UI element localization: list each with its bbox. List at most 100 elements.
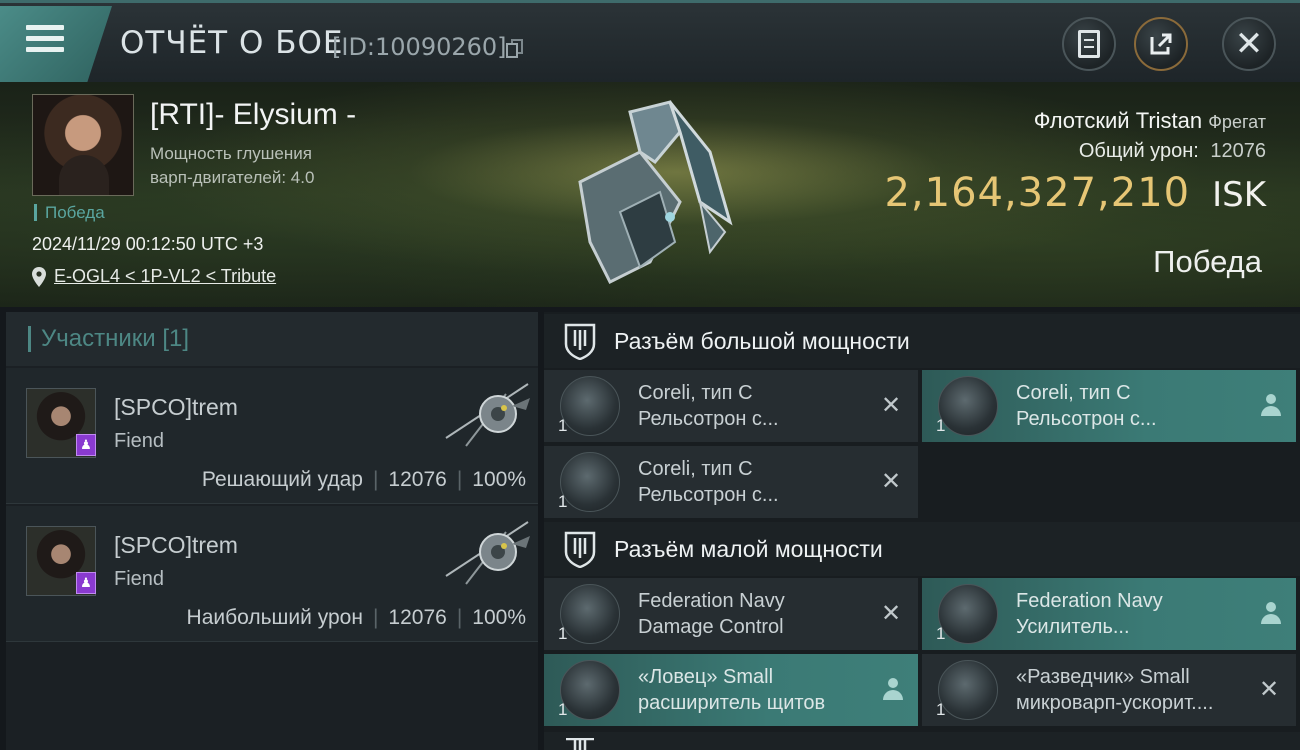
isk-value: 2,164,327,210 — [884, 170, 1191, 216]
dropped-person-icon — [1260, 394, 1282, 418]
participants-header[interactable]: Участники [1] — [6, 312, 538, 366]
participant-card[interactable]: ♟ [SPCO]trem Fiend Решающий удар | 12076… — [6, 368, 538, 504]
participant-damage: 12076 — [388, 468, 447, 491]
participant-name[interactable]: [SPCO]trem — [114, 532, 238, 559]
participant-stats: Решающий удар | 12076 | 100% — [202, 468, 526, 492]
battle-result: Победа — [1153, 244, 1262, 279]
stat-separator: | — [372, 468, 379, 491]
copy-icon[interactable] — [506, 39, 524, 59]
dropped-person-icon — [1260, 602, 1282, 626]
railgun-icon — [938, 376, 998, 436]
module-type: Рельсотрон с... — [638, 408, 779, 430]
participant-name[interactable]: [SPCO]trem — [114, 394, 238, 421]
person-badge-icon: ♟ — [76, 572, 96, 594]
warp-scram-strength: Мощность глушения варп-двигателей: 4.0 — [150, 142, 314, 190]
damage-control-icon — [560, 584, 620, 644]
destroyed-x-icon: ✕ — [880, 467, 902, 495]
participant-percent: 100% — [472, 468, 526, 491]
total-damage: Общий урон: 12076 — [1079, 140, 1266, 163]
destroyed-x-icon: ✕ — [880, 599, 902, 627]
hamburger-menu-icon[interactable] — [26, 25, 64, 55]
low-slot-header: Разъём малой мощности — [544, 522, 1300, 576]
killmail-window: ОТЧЁТ О БОЕ [ID:10090260] ✕ [RTI]- Elysi… — [0, 0, 1300, 750]
participants-title: Участники [1] — [28, 326, 189, 352]
victim-banner: [RTI]- Elysium - Мощность глушения варп-… — [0, 82, 1300, 307]
module-type: Рельсотрон с... — [1016, 408, 1157, 430]
module-qty: 1 — [936, 416, 946, 435]
slot-icon — [566, 738, 594, 750]
shield-extender-icon — [560, 660, 620, 720]
page-title: ОТЧЁТ О БОЕ — [120, 25, 344, 61]
participant-damage: 12076 — [388, 606, 447, 629]
total-damage-label: Общий урон: — [1078, 140, 1199, 162]
total-damage-value: 12076 — [1210, 140, 1266, 162]
module-qty: 1 — [558, 416, 568, 435]
top-bar: ОТЧЁТ О БОЕ [ID:10090260] ✕ — [0, 0, 1300, 82]
participant-ship: Fiend — [114, 430, 165, 452]
details-button[interactable] — [1062, 17, 1116, 71]
victim-portrait[interactable] — [32, 94, 134, 196]
warp-label-line1: Мощность глушения — [150, 144, 312, 163]
high-slot-icon — [564, 323, 596, 360]
victim-ship-image — [578, 100, 733, 285]
stat-separator: | — [456, 606, 463, 629]
module-type: Damage Control — [638, 616, 784, 638]
module-name: «Разведчик» Small — [1016, 666, 1190, 688]
module-name: Coreli, тип C — [1016, 382, 1131, 404]
module-item[interactable]: 1 Coreli, тип C Рельсотрон с... — [922, 370, 1296, 442]
module-name: Federation Navy — [1016, 590, 1163, 612]
participant-card[interactable]: ♟ [SPCO]trem Fiend Наибольший урон | 120… — [6, 506, 538, 642]
railgun-icon — [560, 452, 620, 512]
module-qty: 1 — [558, 492, 568, 511]
victim-ship-name[interactable]: Флотский Tristan Фрегат — [1034, 108, 1266, 134]
ship-class-text: Фрегат — [1208, 112, 1266, 132]
victim-pilot-name[interactable]: [RTI]- Elysium - — [150, 98, 356, 132]
module-type: микроварп-ускорит.... — [1016, 692, 1214, 714]
module-name: Federation Navy — [638, 590, 785, 612]
kill-location[interactable]: E-OGL4 < 1P-VL2 < Tribute — [32, 266, 276, 287]
participant-percent: 100% — [472, 606, 526, 629]
module-type: Рельсотрон с... — [638, 484, 779, 506]
module-qty: 1 — [936, 700, 946, 719]
module-name: Coreli, тип C — [638, 458, 753, 480]
location-link[interactable]: E-OGL4 < 1P-VL2 < Tribute — [54, 266, 276, 287]
participant-role: Наибольший урон — [186, 606, 363, 629]
close-icon: ✕ — [1234, 24, 1264, 64]
share-icon — [1148, 31, 1174, 57]
module-item[interactable]: 1 Federation Navy Damage Control ✕ — [544, 578, 918, 650]
next-slot-header — [544, 732, 1300, 750]
low-slot-icon — [564, 531, 596, 568]
destroyed-x-icon: ✕ — [880, 391, 902, 419]
status-badge: Победа — [34, 204, 105, 221]
module-name: «Ловец» Small — [638, 666, 774, 688]
module-item[interactable]: 1 «Ловец» Small расширитель щитов — [544, 654, 918, 726]
dropped-person-icon — [882, 678, 904, 702]
participant-ship-icon — [445, 521, 530, 585]
module-qty: 1 — [558, 624, 568, 643]
module-item[interactable]: 1 «Разведчик» Small микроварп-ускорит...… — [922, 654, 1296, 726]
stat-separator: | — [456, 468, 463, 491]
low-slot-label: Разъём малой мощности — [614, 536, 883, 562]
module-item[interactable]: 1 Federation Navy Усилитель... — [922, 578, 1296, 650]
participant-stats: Наибольший урон | 12076 | 100% — [187, 606, 526, 630]
module-type: расширитель щитов — [638, 692, 826, 714]
warp-label-line2: варп-двигателей: 4.0 — [150, 168, 315, 187]
high-slot-label: Разъём большой мощности — [614, 328, 910, 354]
railgun-icon — [560, 376, 620, 436]
microwarp-icon — [938, 660, 998, 720]
destroyed-x-icon: ✕ — [1258, 675, 1280, 703]
module-name: Coreli, тип C — [638, 382, 753, 404]
participant-role: Решающий удар — [201, 468, 363, 491]
participant-ship-icon — [445, 383, 530, 447]
participant-ship: Fiend — [114, 568, 165, 590]
module-type: Усилитель... — [1016, 616, 1130, 638]
person-badge-icon: ♟ — [76, 434, 96, 456]
module-item[interactable]: 1 Coreli, тип C Рельсотрон с... ✕ — [544, 370, 918, 442]
document-icon — [1078, 30, 1100, 58]
isk-value-row: 2,164,327,210 ISK — [884, 170, 1266, 216]
close-button[interactable]: ✕ — [1222, 17, 1276, 71]
module-qty: 1 — [936, 624, 946, 643]
report-id: [ID:10090260] — [332, 33, 507, 61]
module-item[interactable]: 1 Coreli, тип C Рельсотрон с... ✕ — [544, 446, 918, 518]
share-button[interactable] — [1134, 17, 1188, 71]
